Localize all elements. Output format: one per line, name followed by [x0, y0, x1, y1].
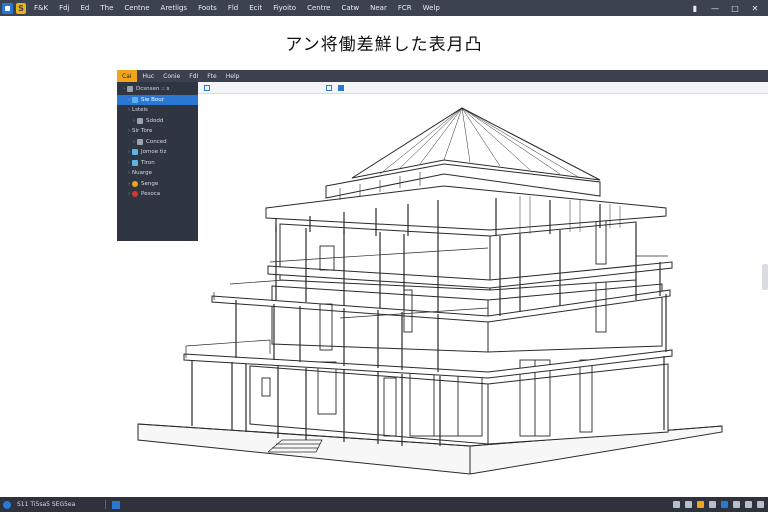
taskbar-status-text: S11 Ti5sa5 SEG5ea — [17, 501, 76, 508]
tray-icon[interactable] — [709, 501, 716, 508]
menu-item[interactable]: Fdj — [59, 0, 69, 16]
close-icon[interactable]: ✕ — [748, 1, 762, 15]
toolbar-tool-icon[interactable] — [326, 84, 332, 91]
tray-icon[interactable] — [673, 501, 680, 508]
toolbar-tool-icon[interactable] — [338, 84, 344, 91]
page-title: アン将働差鮮した表月凸 — [285, 35, 483, 55]
app-logo-icon[interactable] — [2, 2, 13, 14]
system-tray — [668, 497, 764, 512]
menu-item[interactable]: Catw — [341, 0, 359, 16]
menu-item[interactable]: Centne — [124, 0, 149, 16]
menu-item[interactable]: Aretligs — [161, 0, 188, 16]
tree-item-label: Dcsnsen :: s — [136, 86, 170, 93]
inner-menu-item[interactable]: Conie — [163, 73, 180, 80]
menu-item[interactable]: Foots — [198, 0, 217, 16]
menu-item[interactable]: Ed — [81, 0, 90, 16]
file-tab[interactable]: Cai — [117, 70, 137, 82]
tray-icon[interactable] — [757, 501, 764, 508]
menu-item[interactable]: Welp — [423, 0, 440, 16]
start-icon[interactable] — [3, 500, 11, 509]
maximize-icon[interactable]: — — [708, 1, 722, 15]
inner-menu-item[interactable]: Huc — [143, 73, 155, 80]
menu-item[interactable]: Ecit — [249, 0, 262, 16]
restore-icon[interactable]: □ — [728, 1, 742, 15]
tray-icon[interactable] — [697, 501, 704, 508]
inner-menu-item[interactable]: FdI — [189, 73, 198, 80]
menu-item[interactable]: FCR — [398, 0, 412, 16]
inner-app-header: Cai Huc Conie FdI Fte Help — [117, 70, 768, 82]
sheet-icon — [127, 86, 133, 93]
window-controls: ▮ — □ ✕ — [682, 0, 762, 16]
menu-item[interactable]: Fiyoito — [273, 0, 296, 16]
taskbar-divider — [105, 500, 107, 509]
tray-icon[interactable] — [733, 501, 740, 508]
taskbar-app-icon[interactable] — [112, 500, 121, 509]
inner-toolbar — [198, 82, 768, 94]
menu-item[interactable]: F&K — [34, 0, 48, 16]
taskbar: S11 Ti5sa5 SEG5ea — [0, 497, 768, 512]
inner-menu-item[interactable]: Help — [226, 73, 240, 80]
minimize-icon[interactable]: ▮ — [688, 1, 702, 15]
app-menubar: S F&K Fdj Ed The Centne Aretligs Foots F… — [0, 0, 768, 16]
menu-item[interactable]: The — [100, 0, 113, 16]
menu-items: F&K Fdj Ed The Centne Aretligs Foots Fld… — [34, 0, 451, 16]
menu-item[interactable]: Near — [370, 0, 387, 16]
building-model-viewport[interactable] — [130, 96, 740, 482]
menu-item[interactable]: Fld — [228, 0, 238, 16]
app-badge-icon[interactable]: S — [16, 2, 26, 14]
tree-item[interactable]: › Dcsnsen :: s — [117, 84, 198, 95]
toolbar-tool-icon[interactable] — [204, 84, 210, 91]
scroll-handle[interactable] — [762, 264, 768, 290]
tray-icon[interactable] — [685, 501, 692, 508]
tray-icon[interactable] — [721, 501, 728, 508]
inner-menu-item[interactable]: Fte — [207, 73, 217, 80]
tray-icon[interactable] — [745, 501, 752, 508]
menu-item[interactable]: Centre — [307, 0, 330, 16]
inner-menu: Huc Conie FdI Fte Help — [143, 73, 249, 80]
